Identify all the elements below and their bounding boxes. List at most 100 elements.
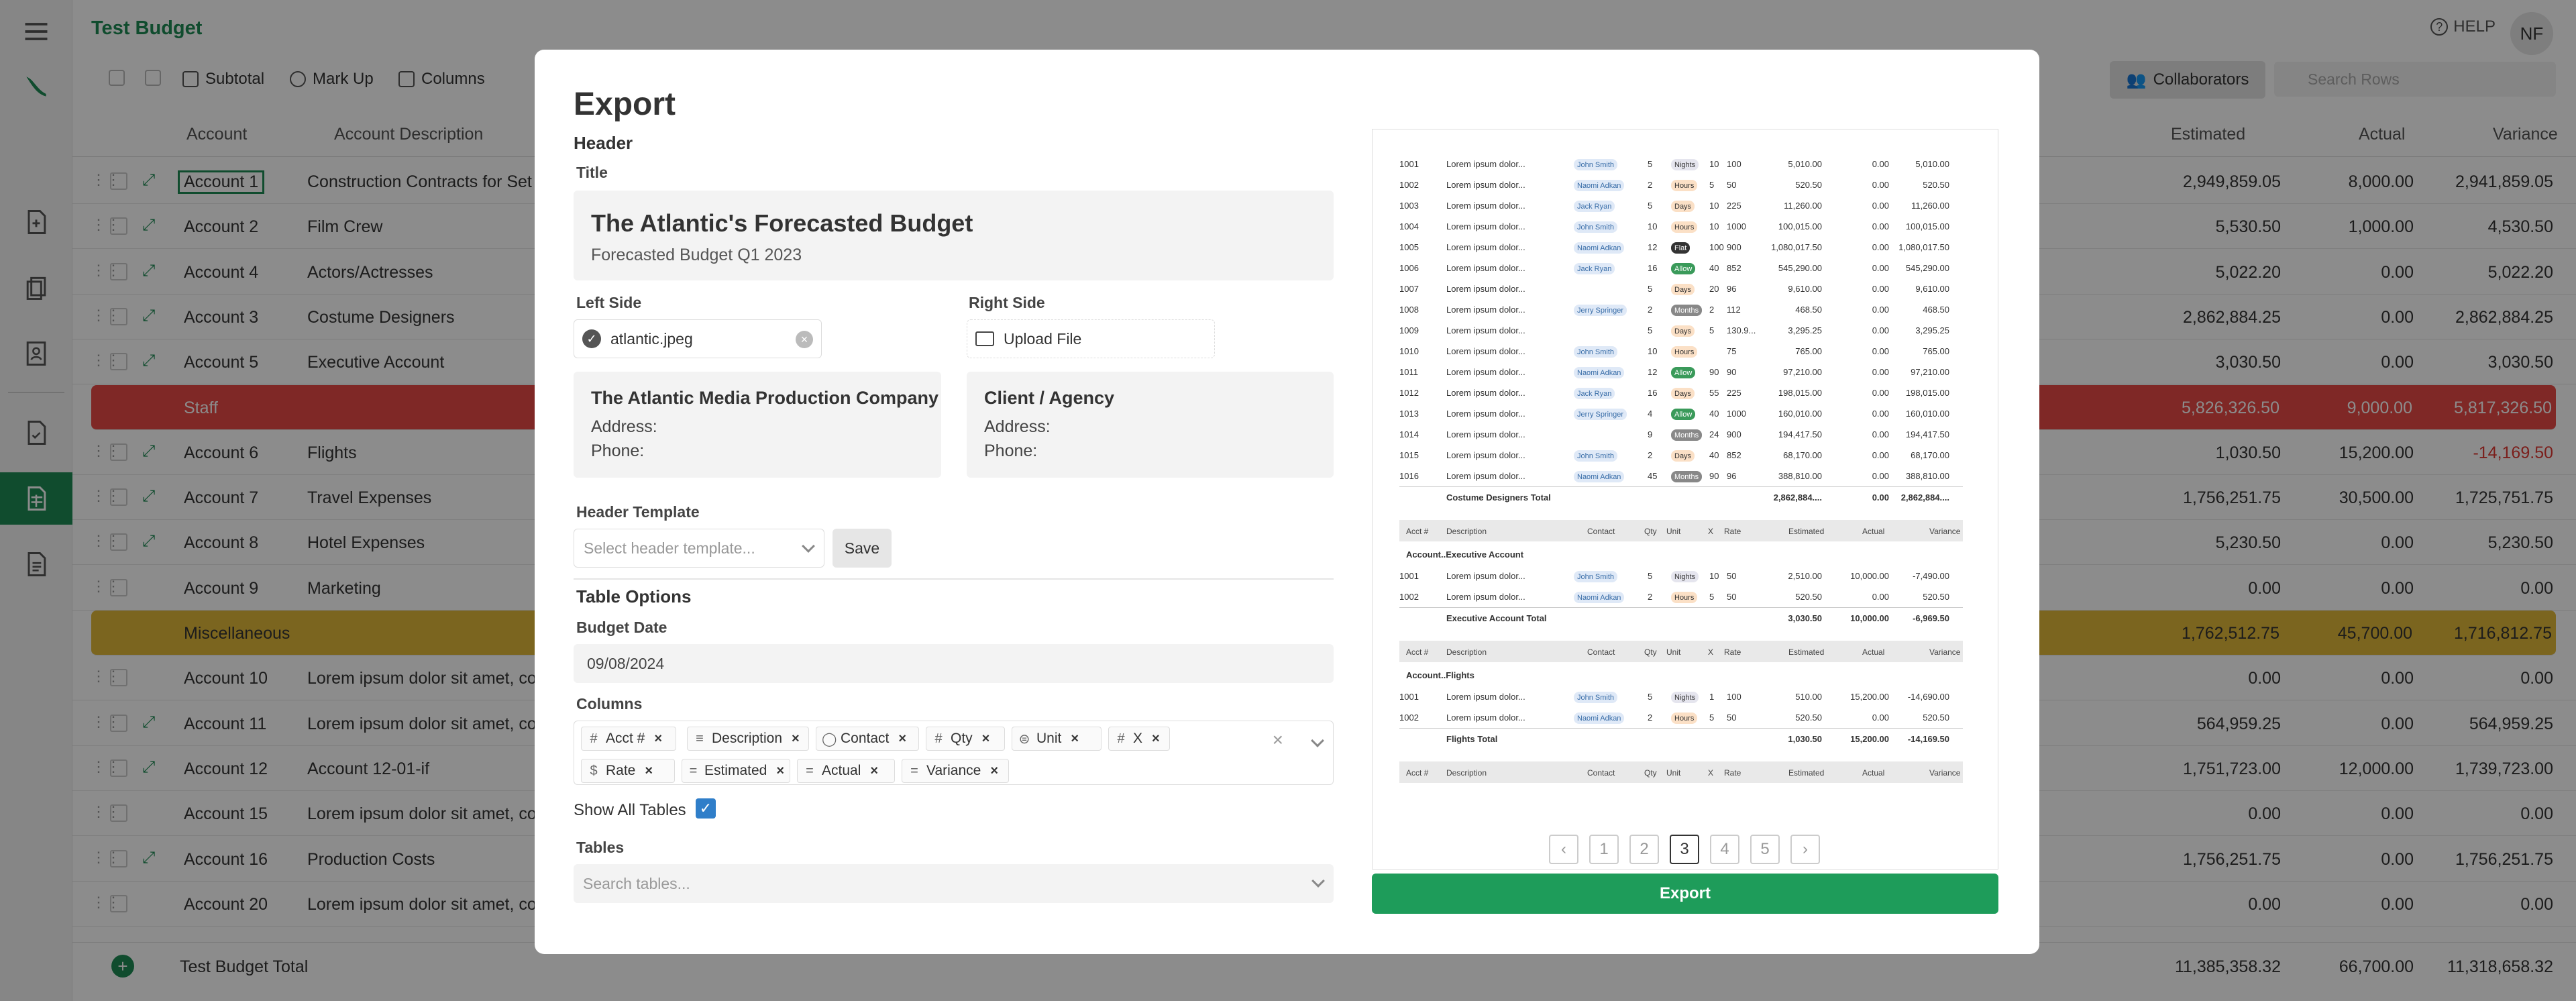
preview-header-cell: Variance — [1929, 647, 1961, 657]
columns-multiselect[interactable]: # Acct # × ≡ Description × ◯ Contact × # Qty × ⊜ Unit… — [574, 721, 1334, 785]
left-file-chip[interactable]: ✓ atlantic.jpeg × — [574, 319, 822, 358]
left-side-label: Left Side — [576, 294, 642, 311]
preview-cell: 765.00 — [1923, 346, 1949, 356]
preview-cell: Lorem ipsum dolor... — [1446, 409, 1525, 419]
column-tag[interactable]: ◯ Contact × — [816, 727, 919, 751]
pdf-preview[interactable]: 1001 Lorem ipsum dolor... John Smith 5 Night… — [1372, 129, 1998, 870]
column-tag[interactable]: $ Rate × — [581, 759, 675, 783]
preview-header-cell: Acct # — [1406, 527, 1429, 536]
right-company-name: Client / Agency — [984, 388, 1115, 408]
preview-cell: 16 — [1648, 388, 1658, 398]
preview-total-label: Costume Designers Total — [1446, 492, 1551, 503]
column-tag-label: Contact — [841, 731, 890, 746]
preview-cell: 11,260.00 — [1911, 201, 1949, 211]
preview-cell: 9 — [1648, 429, 1653, 439]
column-tag[interactable]: # Qty × — [926, 727, 1005, 751]
preview-cell: 5 — [1648, 284, 1653, 294]
preview-header-cell: Estimated — [1788, 527, 1825, 536]
remove-tag-icon[interactable]: × — [982, 731, 990, 747]
clear-all-icon[interactable]: × — [1273, 729, 1283, 751]
contact-pill: Jack Ryan — [1574, 201, 1615, 212]
page-button-4[interactable]: 4 — [1710, 835, 1739, 864]
preview-header-cell: Description — [1446, 768, 1487, 778]
preview-table-header: Acct # Description Contact Qty Unit X Rate Esti… — [1399, 520, 1963, 541]
column-type-icon: ◯ — [822, 731, 837, 747]
column-tag[interactable]: ≡ Description × — [687, 727, 809, 751]
next-page-icon[interactable]: › — [1790, 835, 1820, 864]
page-button-2[interactable]: 2 — [1629, 835, 1659, 864]
column-tag[interactable]: = Actual × — [797, 759, 895, 783]
column-tag[interactable]: = Variance × — [902, 759, 1009, 783]
column-tag[interactable]: = Estimated × — [682, 759, 790, 783]
preview-total-estimated: 2,862,884.... — [1773, 492, 1822, 503]
remove-tag-icon[interactable]: × — [1071, 731, 1079, 747]
preview-row: 1015 Lorem ipsum dolor... John Smith 2 Days 4… — [1399, 445, 1963, 466]
left-side-info[interactable]: The Atlantic Media Production Company Ad… — [574, 372, 941, 478]
preview-cell: 10 — [1709, 571, 1719, 581]
contact-pill: John Smith — [1574, 221, 1618, 233]
column-tag[interactable]: # Acct # × — [581, 727, 676, 751]
preview-cell: 2 — [1648, 450, 1653, 460]
budget-date-label: Budget Date — [576, 619, 667, 636]
preview-cell: 50 — [1727, 571, 1737, 581]
preview-cell: 520.50 — [1923, 180, 1949, 190]
remove-tag-icon[interactable]: × — [645, 763, 653, 779]
page-button-5[interactable]: 5 — [1750, 835, 1780, 864]
preview-row: 1008 Lorem ipsum dolor... Jerry Springer 2 M… — [1399, 299, 1963, 320]
unit-pill: Days — [1671, 201, 1695, 212]
contact-pill: Naomi Adkan — [1574, 367, 1625, 378]
clear-file-icon[interactable]: × — [796, 331, 813, 348]
remove-tag-icon[interactable]: × — [990, 763, 998, 779]
column-type-icon: # — [934, 731, 943, 746]
column-type-icon: = — [689, 763, 698, 778]
right-side-info[interactable]: Client / Agency Address: Phone: — [967, 372, 1334, 478]
contact-pill: Naomi Adkan — [1574, 713, 1625, 724]
preview-cell: Lorem ipsum dolor... — [1446, 692, 1525, 702]
remove-tag-icon[interactable]: × — [1152, 731, 1160, 747]
preview-cell: 50 — [1727, 713, 1737, 723]
column-type-icon: # — [1117, 731, 1125, 746]
preview-cell: 545,290.00 — [1778, 263, 1822, 273]
header-template-select[interactable]: Select header template... — [574, 529, 824, 568]
preview-cell: 2 — [1648, 592, 1653, 602]
preview-cell: 388,810.00 — [1778, 471, 1822, 481]
prev-page-icon[interactable]: ‹ — [1549, 835, 1578, 864]
header-title-box[interactable]: The Atlantic's Forecasted Budget Forecas… — [574, 191, 1334, 280]
preview-account-label: Account..Executive Account — [1406, 549, 1524, 560]
preview-cell: Lorem ipsum dolor... — [1446, 305, 1525, 315]
preview-cell: 10 — [1648, 221, 1658, 231]
page-button-1[interactable]: 1 — [1589, 835, 1619, 864]
column-type-icon: = — [910, 763, 918, 778]
header-title[interactable]: The Atlantic's Forecasted Budget — [591, 209, 973, 238]
budget-date-input[interactable]: 09/08/2024 — [574, 644, 1334, 683]
save-template-button[interactable]: Save — [833, 529, 892, 568]
preview-total-actual: 10,000.00 — [1850, 613, 1889, 623]
page-button-3[interactable]: 3 — [1670, 835, 1699, 864]
contact-pill: Naomi Adkan — [1574, 180, 1625, 191]
remove-tag-icon[interactable]: × — [776, 763, 784, 779]
preview-cell: 5 — [1709, 713, 1715, 723]
remove-tag-icon[interactable]: × — [792, 731, 800, 747]
remove-tag-icon[interactable]: × — [654, 731, 662, 747]
tables-select[interactable]: Search tables... — [574, 864, 1334, 903]
table-options-label: Table Options — [576, 586, 692, 607]
column-tag[interactable]: ⊜ Unit × — [1012, 727, 1102, 751]
header-subtitle[interactable]: Forecasted Budget Q1 2023 — [591, 246, 802, 265]
unit-pill: Allow — [1671, 409, 1696, 420]
upload-file-button[interactable]: Upload File — [967, 319, 1215, 358]
column-tag[interactable]: # X × — [1108, 727, 1170, 751]
show-all-tables-checkbox[interactable]: ✓ — [696, 798, 716, 819]
preview-row: 1006 Lorem ipsum dolor... Jack Ryan 16 Allow… — [1399, 258, 1963, 278]
contact-pill: John Smith — [1574, 571, 1618, 582]
remove-tag-icon[interactable]: × — [870, 763, 878, 779]
preview-cell: 0.00 — [1872, 284, 1889, 294]
preview-cell: 68,170.00 — [1783, 450, 1822, 460]
remove-tag-icon[interactable]: × — [898, 731, 906, 747]
export-button[interactable]: Export — [1372, 874, 1998, 914]
preview-cell: 1000 — [1727, 409, 1746, 419]
preview-cell: 2,510.00 — [1788, 571, 1822, 581]
chevron-down-icon[interactable] — [1311, 734, 1324, 747]
preview-row: 1001 Lorem ipsum dolor... John Smith 5 Night… — [1399, 686, 1963, 707]
preview-row: 1002 Lorem ipsum dolor... Naomi Adkan 2 Hour… — [1399, 707, 1963, 728]
preview-cell: Lorem ipsum dolor... — [1446, 201, 1525, 211]
